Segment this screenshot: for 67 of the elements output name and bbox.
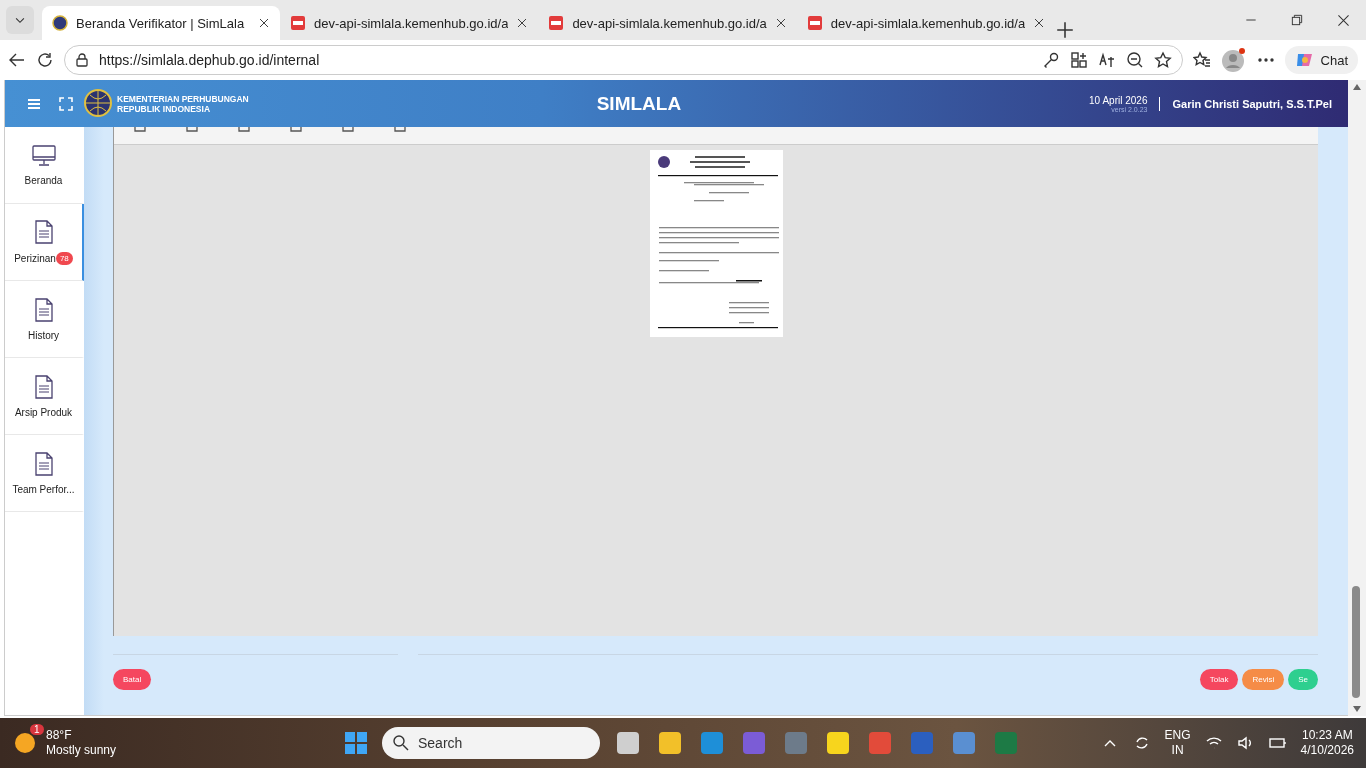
app-icon[interactable] (824, 729, 852, 757)
scrollbar-track[interactable] (1348, 80, 1366, 716)
start-icon[interactable] (344, 731, 368, 755)
lock-icon (75, 53, 89, 67)
sidebar-label: History (27, 329, 60, 341)
search-icon[interactable] (392, 734, 410, 752)
sidebar-label: Team Perfor... (12, 483, 75, 495)
plus-icon[interactable] (1055, 20, 1076, 40)
monitor-icon (31, 144, 56, 167)
close-icon[interactable] (1033, 17, 1046, 29)
count-badge: 78 (55, 251, 73, 265)
app-icon[interactable] (614, 729, 642, 757)
weather-condition: Mostly sunny (46, 743, 117, 758)
user-name[interactable]: Garin Christi Saputri, S.S.T.Pel (1172, 97, 1332, 110)
emblem-icon (52, 15, 68, 31)
app-title: SIMLALA (596, 92, 682, 114)
sidebar-label: Perizinan (14, 252, 56, 264)
browser-tab[interactable]: dev-api-simlala.kemenhub.go.id/a (538, 6, 797, 40)
close-icon[interactable] (1336, 13, 1350, 27)
ministry-name: KEMENTERIAN PERHUBUNGAN (117, 93, 249, 104)
scroll-down-icon[interactable] (1353, 706, 1361, 712)
document-icon (34, 297, 53, 322)
restore-icon[interactable] (1291, 14, 1303, 26)
toolbar-tool-icon[interactable] (184, 127, 200, 135)
temperature: 88°F (46, 728, 73, 743)
fullscreen-icon[interactable] (57, 94, 75, 113)
notification-badge: 1 (30, 724, 44, 735)
zoom-out-icon[interactable] (1125, 51, 1144, 69)
document-icon (34, 374, 53, 399)
document-icon (34, 219, 53, 244)
toolbar-tool-icon[interactable] (340, 127, 356, 135)
apps-icon[interactable] (1069, 51, 1088, 69)
country-name: REPUBLIK INDONESIA (117, 103, 212, 114)
document-icon (34, 451, 53, 476)
browser-tab[interactable]: dev-api-simlala.kemenhub.go.id/a (796, 6, 1056, 40)
sidebar-label: Arsip Produk (14, 406, 73, 418)
browser-tab[interactable]: Beranda Verifikator | SimLala (42, 6, 280, 40)
region-label[interactable]: IN (1171, 743, 1184, 758)
sidebar-label: Beranda (24, 174, 63, 186)
clock-time[interactable]: 10:23 AM (1301, 728, 1353, 743)
language-label[interactable]: ENG (1164, 728, 1191, 743)
scrollbar-thumb[interactable] (1352, 586, 1360, 698)
cancel-button[interactable]: Batal (113, 669, 152, 690)
pdf-icon (290, 15, 306, 31)
close-icon[interactable] (774, 17, 787, 29)
action-button[interactable]: Tolak (1199, 669, 1239, 690)
clock-date[interactable]: 4/10/2026 (1300, 743, 1354, 758)
pdf-icon (806, 15, 823, 31)
toolbar-tool-icon[interactable] (236, 127, 252, 135)
chat-button[interactable]: Chat (1284, 46, 1358, 74)
close-icon[interactable] (258, 17, 270, 29)
browser-tab[interactable]: dev-api-simlala.kemenhub.go.id/a (280, 6, 539, 40)
taskbar-search-field[interactable]: Search (382, 727, 600, 759)
ministry-emblem-icon (83, 87, 113, 120)
toolbar-tool-icon[interactable] (288, 127, 304, 135)
profile-avatar[interactable] (1220, 47, 1247, 73)
scroll-up-icon[interactable] (1353, 84, 1361, 90)
back-icon[interactable] (8, 51, 26, 69)
star-icon[interactable] (1153, 51, 1172, 69)
toolbar-tool-icon[interactable] (392, 127, 408, 135)
header-date: 10 April 2026 (1089, 94, 1148, 106)
favorites-icon[interactable] (1192, 51, 1211, 69)
reload-icon[interactable] (36, 51, 54, 69)
app-icon[interactable] (656, 729, 684, 757)
close-icon[interactable] (516, 17, 529, 29)
pdf-icon (548, 15, 565, 31)
toolbar-tool-icon[interactable] (132, 127, 148, 135)
